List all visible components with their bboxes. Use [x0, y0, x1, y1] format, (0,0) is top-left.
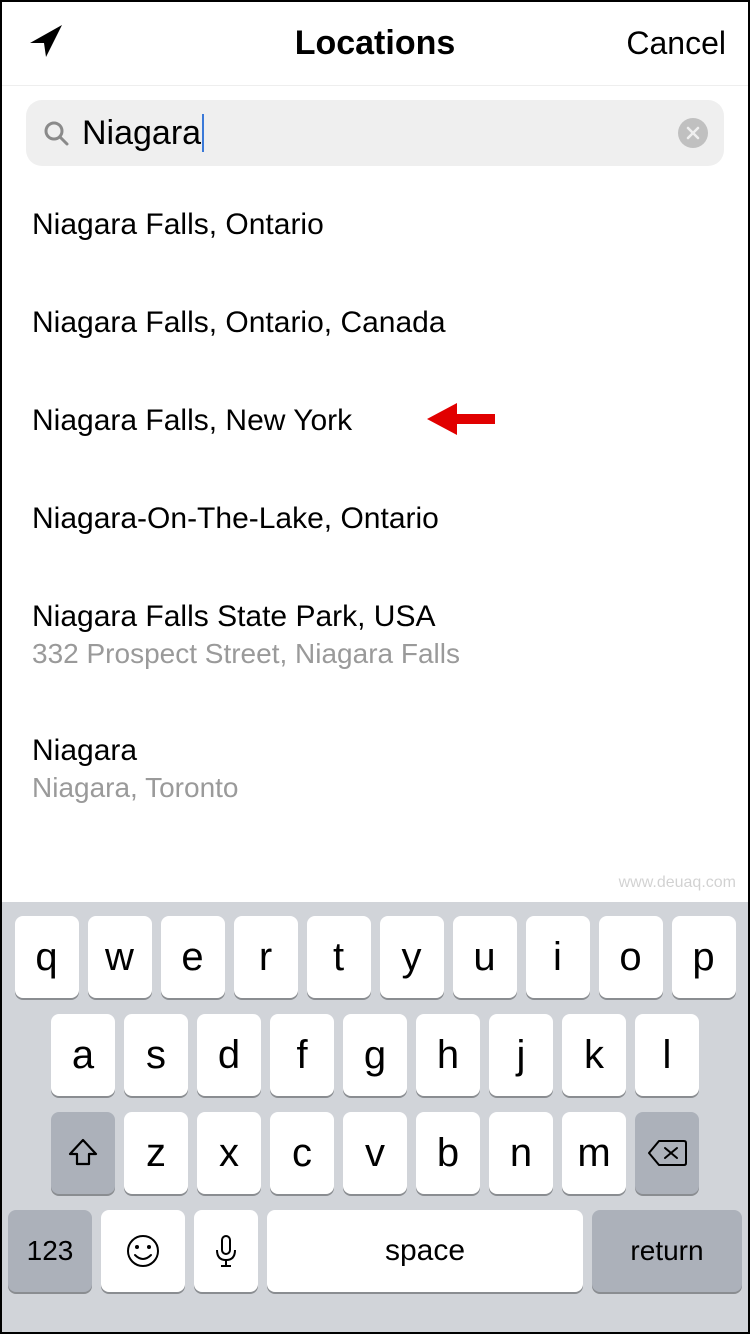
results-list: Niagara Falls, Ontario Niagara Falls, Ont… [2, 176, 748, 836]
key-q[interactable]: q [15, 916, 79, 998]
list-item[interactable]: Niagara Falls, New York [32, 372, 718, 470]
key-x[interactable]: x [197, 1112, 261, 1194]
list-item[interactable]: Niagara Niagara, Toronto [32, 702, 718, 836]
keyboard: qwertyuiop asdfghjkl zxcvbnm 123 space [2, 902, 748, 1332]
location-arrow-icon[interactable] [24, 19, 68, 68]
result-title: Niagara Falls, Ontario [32, 208, 718, 242]
key-e[interactable]: e [161, 916, 225, 998]
result-subtitle: 332 Prospect Street, Niagara Falls [32, 638, 718, 670]
key-m[interactable]: m [562, 1112, 626, 1194]
list-item[interactable]: Niagara-On-The-Lake, Ontario [32, 470, 718, 568]
space-key[interactable]: space [267, 1210, 583, 1292]
key-i[interactable]: i [526, 916, 590, 998]
key-k[interactable]: k [562, 1014, 626, 1096]
search-value: Niagara [70, 114, 678, 153]
result-subtitle: Niagara, Toronto [32, 772, 718, 804]
key-d[interactable]: d [197, 1014, 261, 1096]
result-title: Niagara Falls, Ontario, Canada [32, 306, 718, 340]
key-v[interactable]: v [343, 1112, 407, 1194]
result-title: Niagara Falls State Park, USA [32, 600, 718, 634]
key-b[interactable]: b [416, 1112, 480, 1194]
close-icon [686, 126, 700, 140]
key-l[interactable]: l [635, 1014, 699, 1096]
watermark: www.deuaq.com [619, 874, 736, 892]
shift-icon [66, 1136, 100, 1170]
key-t[interactable]: t [307, 916, 371, 998]
result-title: Niagara Falls, New York [32, 404, 718, 438]
return-key[interactable]: return [592, 1210, 742, 1292]
text-cursor [202, 114, 204, 152]
key-j[interactable]: j [489, 1014, 553, 1096]
emoji-icon [124, 1232, 162, 1270]
mic-icon [212, 1232, 240, 1270]
key-c[interactable]: c [270, 1112, 334, 1194]
key-o[interactable]: o [599, 916, 663, 998]
key-p[interactable]: p [672, 916, 736, 998]
search-container: Niagara [2, 86, 748, 176]
key-g[interactable]: g [343, 1014, 407, 1096]
nav-left [24, 19, 144, 68]
list-item[interactable]: Niagara Falls State Park, USA 332 Prospec… [32, 568, 718, 702]
result-title: Niagara [32, 734, 718, 768]
list-item[interactable]: Niagara Falls, Ontario [32, 176, 718, 274]
page-title: Locations [144, 24, 606, 63]
key-r[interactable]: r [234, 916, 298, 998]
key-f[interactable]: f [270, 1014, 334, 1096]
emoji-key[interactable] [101, 1210, 185, 1292]
nav-bar: Locations Cancel [2, 2, 748, 86]
clear-search-button[interactable] [678, 118, 708, 148]
result-title: Niagara-On-The-Lake, Ontario [32, 502, 718, 536]
numbers-key[interactable]: 123 [8, 1210, 92, 1292]
backspace-icon [647, 1138, 687, 1168]
list-item[interactable]: Niagara Falls, Ontario, Canada [32, 274, 718, 372]
key-w[interactable]: w [88, 916, 152, 998]
key-h[interactable]: h [416, 1014, 480, 1096]
key-a[interactable]: a [51, 1014, 115, 1096]
key-n[interactable]: n [489, 1112, 553, 1194]
key-y[interactable]: y [380, 916, 444, 998]
key-z[interactable]: z [124, 1112, 188, 1194]
backspace-key[interactable] [635, 1112, 699, 1194]
annotation-arrow-icon [427, 400, 497, 443]
key-u[interactable]: u [453, 916, 517, 998]
cancel-button[interactable]: Cancel [606, 25, 726, 62]
search-icon [42, 119, 70, 147]
search-input[interactable]: Niagara [26, 100, 724, 166]
dictation-key[interactable] [194, 1210, 258, 1292]
shift-key[interactable] [51, 1112, 115, 1194]
key-s[interactable]: s [124, 1014, 188, 1096]
